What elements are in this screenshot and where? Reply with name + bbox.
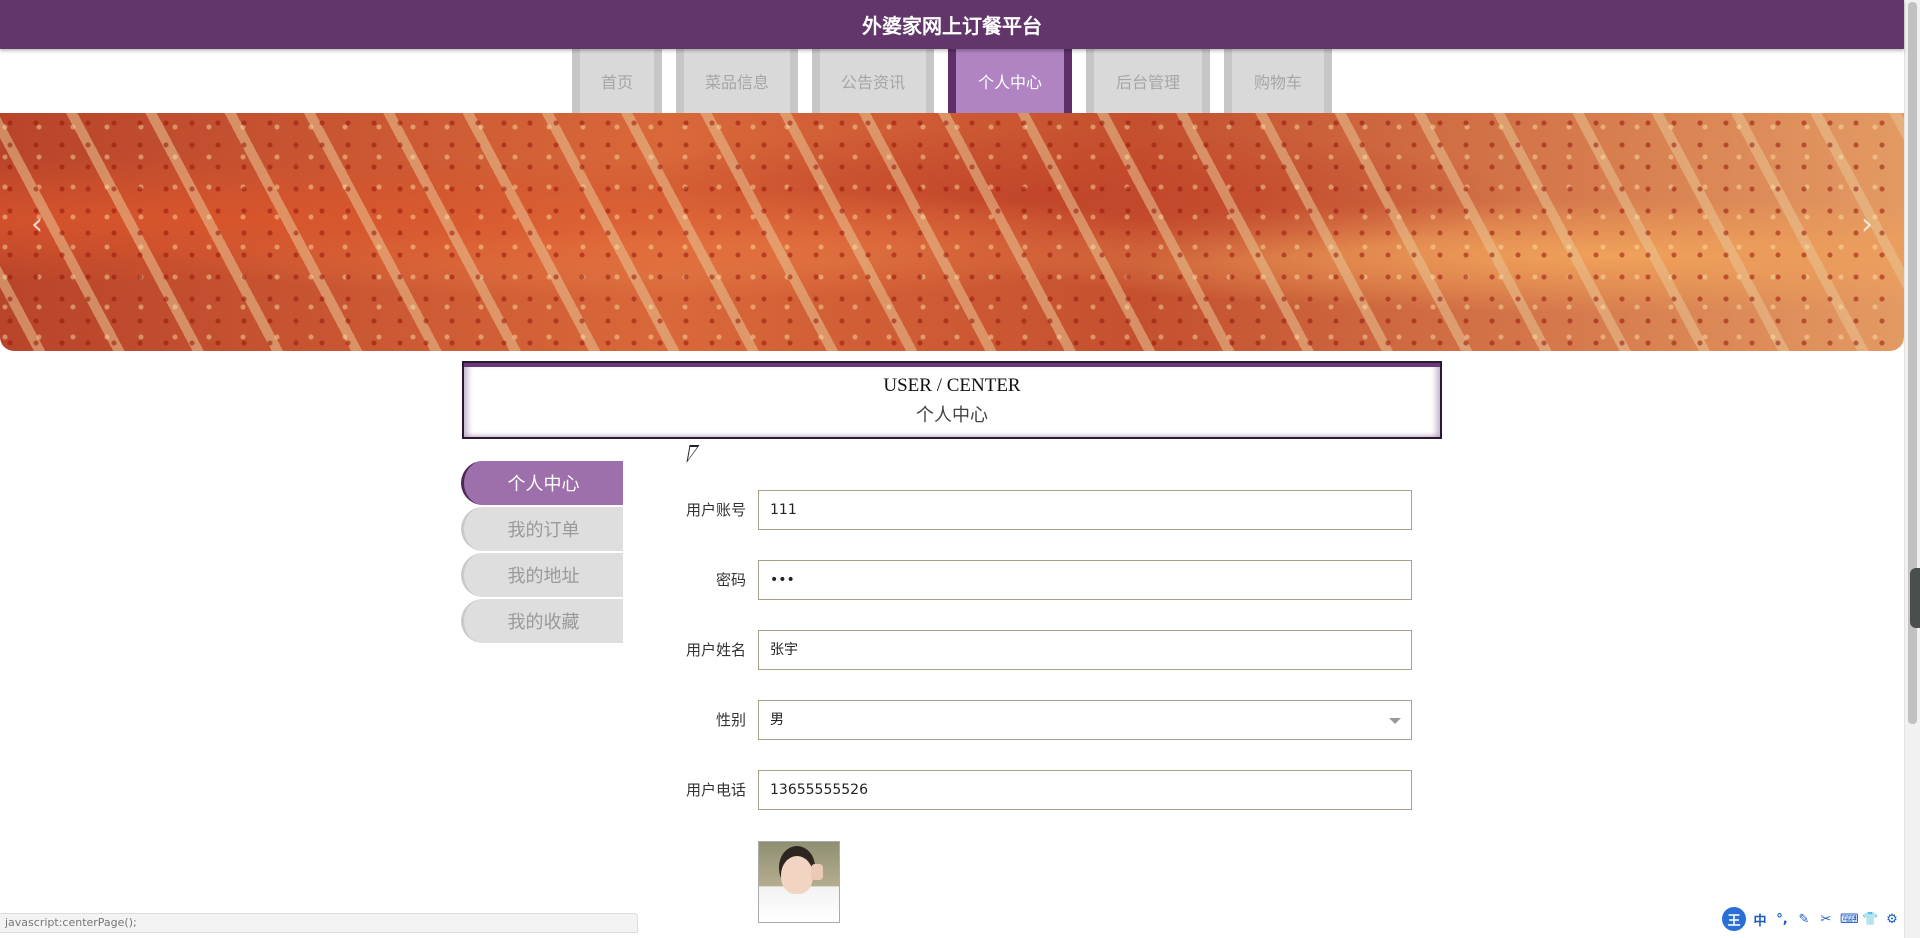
- side-panel-handle[interactable]: [1910, 568, 1920, 628]
- form-row-name: 用户姓名 张宇: [680, 630, 1412, 670]
- ime-keyboard-icon[interactable]: ⌨: [1840, 912, 1859, 927]
- password-label: 密码: [715, 571, 746, 589]
- phone-label: 用户电话: [685, 781, 746, 799]
- nav-tab-user-center[interactable]: 个人中心: [948, 49, 1072, 113]
- name-input[interactable]: 张宇: [758, 630, 1412, 670]
- side-item-user-center[interactable]: 个人中心: [461, 461, 623, 505]
- side-item-my-favorites[interactable]: 我的收藏: [461, 599, 623, 643]
- ime-settings-icon[interactable]: ⚙: [1884, 912, 1900, 927]
- browser-status-bar: javascript:centerPage();: [0, 913, 638, 933]
- gender-select[interactable]: 男: [758, 700, 1412, 740]
- banner-carousel: [0, 113, 1904, 351]
- ime-toolbar: 王 中 °, ✎ ✂ ⌨ 👕 ⚙: [1722, 906, 1900, 932]
- ime-logo-icon[interactable]: 王: [1722, 907, 1746, 931]
- nav-tab-home[interactable]: 首页: [572, 49, 662, 113]
- form-row-password: 密码 •••: [680, 560, 1412, 600]
- phone-input[interactable]: 13655555526: [758, 770, 1412, 810]
- username-input[interactable]: 111: [758, 490, 1412, 530]
- form-row-gender: 性别 男: [680, 700, 1412, 740]
- nav-tab-dishes[interactable]: 菜品信息: [676, 49, 798, 113]
- page-scrollbar[interactable]: [1904, 0, 1920, 938]
- carousel-next-icon[interactable]: ›: [1852, 204, 1882, 244]
- section-title-en: USER / CENTER: [883, 375, 1021, 396]
- avatar-face: [781, 856, 813, 894]
- site-title: 外婆家网上订餐平台: [862, 14, 1042, 38]
- name-label: 用户姓名: [685, 641, 746, 659]
- carousel-prev-icon[interactable]: ‹: [22, 204, 52, 244]
- mouse-cursor-icon: [686, 445, 700, 463]
- gender-label: 性别: [715, 711, 746, 729]
- nav-tab-admin[interactable]: 后台管理: [1086, 49, 1210, 113]
- side-item-my-orders[interactable]: 我的订单: [461, 507, 623, 551]
- form-row-phone: 用户电话 13655555526: [680, 770, 1412, 810]
- ime-handwrite-icon[interactable]: ✎: [1796, 912, 1812, 927]
- ime-skin-icon[interactable]: 👕: [1862, 912, 1878, 927]
- ime-chinese-mode-icon[interactable]: 中: [1752, 910, 1768, 929]
- nav-tab-cart[interactable]: 购物车: [1224, 49, 1332, 113]
- nav-tab-news[interactable]: 公告资讯: [812, 49, 934, 113]
- avatar[interactable]: [758, 841, 840, 923]
- gender-selected-value: 男: [770, 712, 784, 728]
- section-title-cn: 个人中心: [916, 405, 988, 425]
- ime-scissors-icon[interactable]: ✂: [1818, 912, 1834, 927]
- chevron-down-icon: [1389, 718, 1401, 724]
- site-header: 外婆家网上订餐平台: [0, 0, 1904, 49]
- form-row-username: 用户账号 111: [680, 490, 1412, 530]
- username-label: 用户账号: [685, 501, 746, 519]
- avatar-hand: [811, 864, 823, 880]
- ime-punctuation-icon[interactable]: °,: [1774, 912, 1790, 927]
- password-input[interactable]: •••: [758, 560, 1412, 600]
- side-menu: 个人中心 我的订单 我的地址 我的收藏: [461, 461, 623, 645]
- banner-image: [0, 113, 1904, 351]
- section-title-box: USER / CENTER 个人中心: [462, 361, 1442, 439]
- side-item-my-address[interactable]: 我的地址: [461, 553, 623, 597]
- main-nav: 首页 菜品信息 公告资讯 个人中心 后台管理 购物车: [0, 49, 1904, 113]
